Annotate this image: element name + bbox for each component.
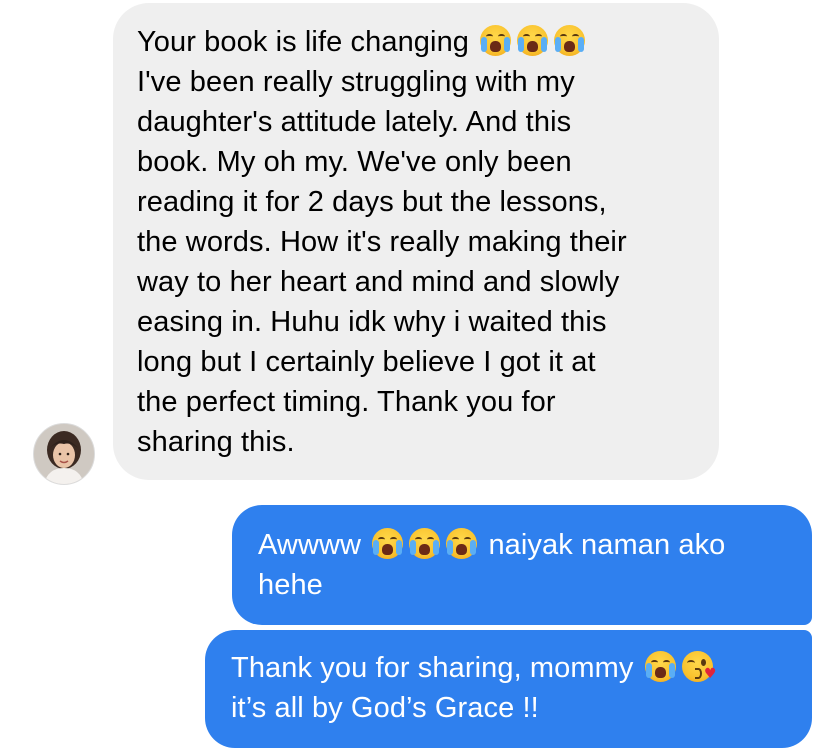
crying-face-icon	[446, 528, 478, 559]
incoming-message-line-9: long but I certainly believe I got it at	[137, 346, 596, 378]
face-blowing-kiss-icon: ♥	[681, 651, 717, 682]
outgoing-message-line: it’s all by God’s Grace !!	[231, 692, 539, 724]
crying-face-icon	[409, 528, 441, 559]
outgoing-message-bubble[interactable]: Thank you for sharing, mommy ♥ it’s all …	[205, 630, 812, 748]
incoming-message-line-8: easing in. Huhu idk why i waited this	[137, 306, 607, 338]
crying-face-icon	[372, 528, 404, 559]
incoming-message-line-3: daughter's attitude lately. And this	[137, 106, 572, 138]
incoming-message-line-10: the perfect timing. Thank you for	[137, 386, 556, 418]
incoming-message-line-11: sharing this.	[137, 426, 295, 458]
incoming-message-line-2: I've been really struggling with my	[137, 66, 575, 98]
incoming-message-line-7: way to her heart and mind and slowly	[137, 266, 620, 298]
outgoing-message-line: Awwww naiyak naman ako	[258, 528, 726, 561]
incoming-message-line-1: Your book is life changing	[137, 22, 697, 62]
outgoing-message-line: Thank you for sharing, mommy ♥	[231, 651, 717, 684]
incoming-message-line-6: the words. How it's really making their	[137, 226, 627, 258]
outgoing-message-bubble[interactable]: Awwww naiyak naman ako hehe	[232, 505, 812, 625]
crying-face-icon	[480, 25, 512, 56]
crying-face-icon	[644, 651, 676, 682]
outgoing-message-line: hehe	[258, 569, 323, 601]
crying-face-icon	[517, 25, 549, 56]
incoming-message-line-5: reading it for 2 days but the lessons,	[137, 186, 607, 218]
avatar-photo	[34, 424, 94, 484]
incoming-message-bubble[interactable]: Your book is life changing I've been rea…	[113, 3, 719, 480]
sender-avatar[interactable]	[33, 423, 95, 485]
incoming-message-line-4: book. My oh my. We've only been	[137, 146, 572, 178]
crying-face-icon	[554, 25, 586, 56]
